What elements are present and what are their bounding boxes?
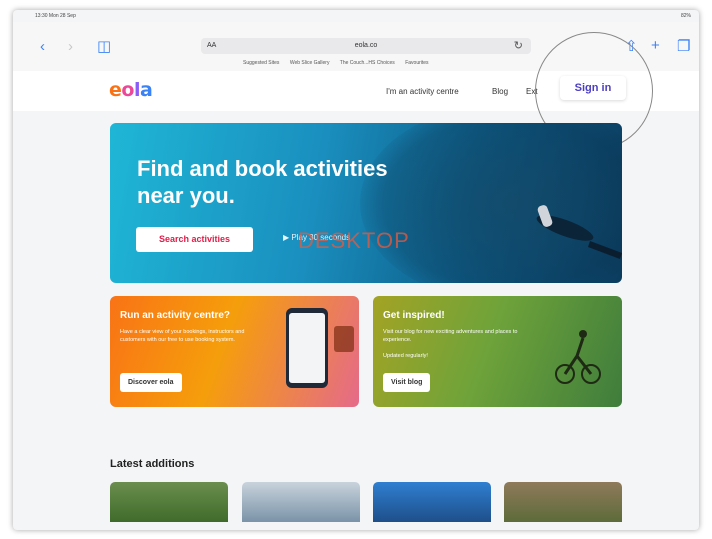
battery-indicator: 82% [680,13,691,19]
address-bar[interactable]: AA eola.co ↻ [201,38,531,54]
status-time: 13:30 Mon 28 Sep [35,13,76,19]
desktop-watermark: DESKTOP [298,228,410,253]
forward-icon[interactable]: › [68,39,73,54]
reload-icon[interactable]: ↻ [514,39,523,52]
latest-item-thumbnail[interactable] [110,482,228,522]
get-inspired-card: Get inspired! Visit our blog for new exc… [373,296,622,407]
coffee-cup-image [334,326,354,352]
phone-image [286,308,328,388]
search-activities-button[interactable]: Search activities [136,227,253,252]
latest-item-thumbnail[interactable] [504,482,622,522]
fav-web-slice-gallery[interactable]: Web Slice Gallery [290,60,330,66]
hero-title: Find and book activities near you. [137,156,388,208]
status-bar: 13:30 Mon 28 Sep 82% [13,10,699,22]
bookmarks-icon[interactable]: ◫ [97,39,111,54]
scuba-diver-image [536,205,622,259]
eola-logo[interactable]: eola [109,79,153,101]
url-text: eola.co [354,42,378,49]
favourites-bar: Suggested Sites Web Slice Gallery The Co… [243,60,438,66]
discover-eola-button[interactable]: Discover eola [120,373,182,392]
ipad-screen: 13:30 Mon 28 Sep 82% ‹ › ◫ AA eola.co ↻ … [13,10,699,530]
nav-explore[interactable]: Ext [526,87,538,96]
fav-suggested-sites[interactable]: Suggested Sites [243,60,279,66]
fav-favourites[interactable]: Favourites [405,60,428,66]
share-icon[interactable]: ⇧ [625,37,638,55]
activity-centre-card: Run an activity centre? Have a clear vie… [110,296,359,407]
hero-banner: Find and book activities near you. Searc… [110,123,622,283]
activity-centre-text: Have a clear view of your bookings, inst… [120,329,245,343]
activity-centre-title: Run an activity centre? [120,310,231,321]
latest-item-thumbnail[interactable] [242,482,360,522]
sign-in-button[interactable]: Sign in [560,76,626,100]
latest-item-thumbnail[interactable] [373,482,491,522]
play-circle-icon: ▶ [283,233,290,242]
tabs-icon[interactable]: ❐ [677,37,690,55]
back-icon[interactable]: ‹ [40,39,45,54]
latest-additions-heading: Latest additions [110,458,195,470]
nav-activity-centre[interactable]: I'm an activity centre [386,87,459,96]
get-inspired-text: Visit our blog for new exciting adventur… [383,329,518,359]
cyclist-image [555,330,601,384]
new-tab-icon[interactable]: + [651,37,660,54]
visit-blog-button[interactable]: Visit blog [383,373,431,392]
get-inspired-title: Get inspired! [383,310,445,321]
fav-the-couch[interactable]: The Couch...HS Choices [340,60,395,66]
nav-blog[interactable]: Blog [492,87,508,96]
updated-regularly-text: Updated regularly! [383,353,428,359]
